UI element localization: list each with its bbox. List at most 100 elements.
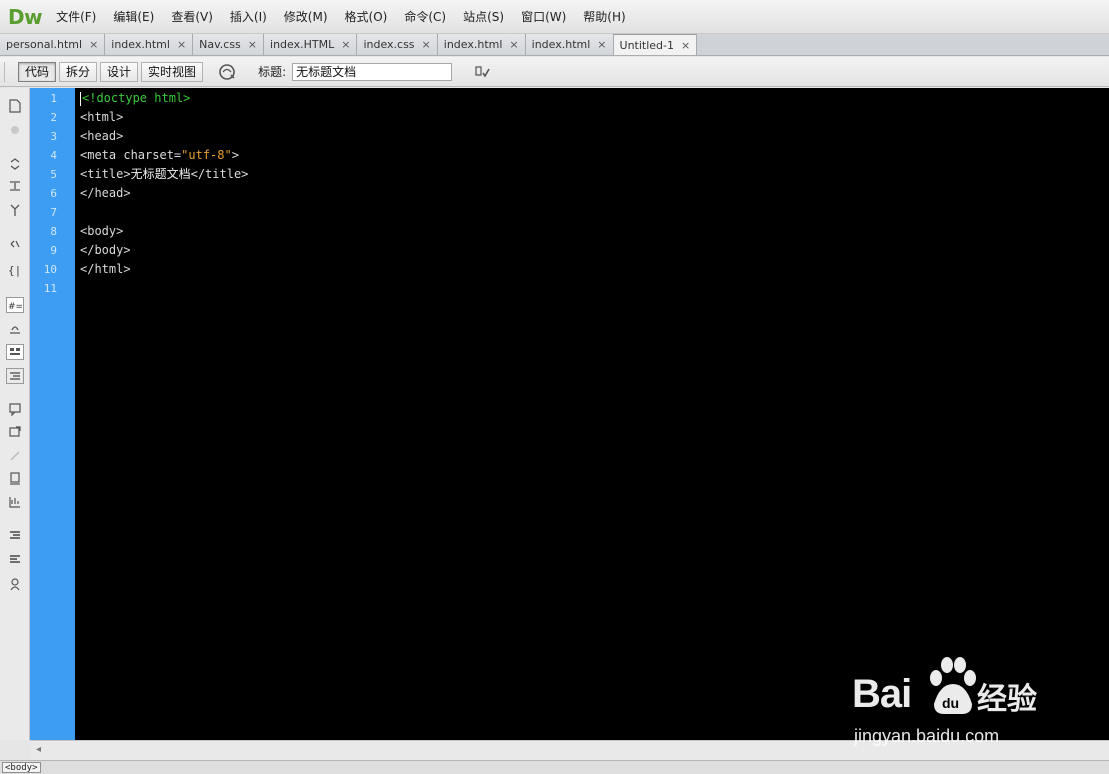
move-css-icon[interactable]	[6, 494, 24, 510]
close-icon[interactable]: ×	[597, 38, 606, 51]
indent-code-icon[interactable]	[6, 528, 24, 544]
line-number: 9	[50, 244, 57, 257]
menu-insert[interactable]: 插入(I)	[230, 8, 267, 25]
line-number: 4	[50, 149, 57, 162]
string-token: "utf-8"	[181, 148, 232, 162]
tab-label: Untitled-1	[619, 38, 674, 52]
baidu-paw-logo-icon: du	[930, 657, 976, 714]
menu-edit[interactable]: 编辑(E)	[113, 8, 154, 25]
tab-personal-html[interactable]: personal.html ×	[0, 34, 106, 55]
recent-snippets-icon[interactable]	[6, 470, 24, 486]
code-line-3: <head>	[80, 129, 124, 143]
menu-file[interactable]: 文件(F)	[56, 8, 96, 25]
menu-format[interactable]: 格式(O)	[345, 8, 388, 25]
close-icon[interactable]: ×	[89, 38, 98, 51]
tag-selector-body[interactable]: <body>	[2, 762, 41, 773]
svg-text:#=: #=	[8, 302, 22, 311]
tab-label: personal.html	[6, 38, 83, 51]
collapse-full-tag-icon[interactable]	[6, 156, 24, 172]
tab-index-html-3[interactable]: index.html ×	[525, 34, 614, 55]
code-editor[interactable]: <!doctype html> <html> <head> <meta char…	[75, 88, 1109, 740]
outdent-code-icon[interactable]	[6, 552, 24, 568]
design-view-button[interactable]: 设计	[100, 61, 139, 82]
code-line-6: </head>	[80, 186, 131, 200]
close-icon[interactable]: ×	[681, 39, 690, 52]
tab-nav-css[interactable]: Nav.css ×	[193, 34, 265, 55]
line-number: 6	[50, 187, 57, 200]
scroll-left-icon[interactable]: ◂	[36, 744, 41, 755]
menu-site[interactable]: 站点(S)	[463, 8, 504, 25]
watermark-url: jingyan.baidu.com	[854, 726, 1000, 746]
line-number: 2	[50, 111, 57, 124]
title-label: 标题:	[258, 65, 287, 79]
code-line-5: <title>无标题文档</title>	[80, 165, 248, 184]
line-number: 5	[50, 168, 57, 181]
tab-label: index.html	[111, 38, 170, 51]
toolbar-grip	[4, 61, 18, 82]
code-line-1: <!doctype html>	[80, 89, 190, 108]
baidu-jingyan-watermark: Bai du 经验 jingyan.baidu.com	[852, 652, 1052, 752]
tab-label: index.html	[443, 38, 503, 51]
close-icon[interactable]: ×	[248, 38, 257, 51]
code-line-10: </html>	[80, 262, 131, 276]
svg-text:du: du	[942, 695, 959, 711]
format-source-code-icon[interactable]	[6, 576, 24, 592]
tab-label: index.css	[363, 38, 415, 51]
line-number: 7	[50, 206, 57, 219]
code-line-2: <html>	[80, 110, 124, 124]
code-line-9: </body>	[80, 243, 131, 257]
menu-window[interactable]: 窗口(W)	[521, 8, 566, 25]
highlight-invalid-code-icon[interactable]	[6, 321, 24, 337]
split-view-button[interactable]: 拆分	[59, 61, 98, 82]
menu-commands[interactable]: 命令(C)	[404, 8, 446, 25]
validate-icon[interactable]	[472, 62, 492, 82]
expand-all-icon[interactable]	[6, 202, 24, 218]
menu-modify[interactable]: 修改(M)	[284, 8, 328, 25]
open-documents-icon[interactable]	[6, 98, 24, 114]
tab-index-html-upper[interactable]: index.HTML ×	[264, 34, 358, 55]
remove-comment-icon[interactable]	[6, 424, 24, 440]
close-icon[interactable]: ×	[177, 38, 186, 51]
close-icon[interactable]: ×	[422, 38, 431, 51]
menu-view[interactable]: 查看(V)	[171, 8, 213, 25]
auto-indent-icon[interactable]	[6, 368, 24, 384]
line-number-gutter: 1 2 3 4 5 6 7 8 9 10 11	[30, 88, 75, 740]
meta-tag-token: <meta charset=	[80, 148, 182, 162]
globe-icon[interactable]	[216, 61, 238, 83]
document-toolbar: 代码 拆分 设计 实时视图 标题: 无标题文档	[0, 57, 1109, 87]
line-numbers-icon[interactable]: #=	[6, 297, 24, 313]
tab-label: index.HTML	[270, 38, 335, 51]
apply-comment-icon[interactable]	[6, 401, 24, 417]
line-number: 11	[43, 282, 57, 295]
app-logo: Dw	[8, 4, 43, 29]
collapse-selection-icon[interactable]	[6, 178, 24, 194]
code-line-4: <meta charset="utf-8">	[80, 146, 239, 165]
line-number: 8	[50, 225, 57, 238]
line-number: 10	[43, 263, 57, 276]
select-parent-tag-icon[interactable]	[6, 236, 24, 252]
tab-index-css[interactable]: index.css ×	[357, 34, 438, 55]
tab-index-html-2[interactable]: index.html ×	[437, 34, 526, 55]
live-view-button[interactable]: 实时视图	[141, 61, 204, 82]
menu-bar: Dw 文件(F) 编辑(E) 查看(V) 插入(I) 修改(M) 格式(O) 命…	[0, 0, 1109, 34]
title-input[interactable]: 无标题文档	[292, 62, 453, 81]
doctype-token: <!doctype html>	[82, 91, 191, 105]
tab-label: Nav.css	[199, 38, 241, 51]
document-tabs: personal.html × index.html × Nav.css × inde…	[0, 34, 1109, 56]
code-line-8: <body>	[80, 224, 124, 238]
tab-untitled-1[interactable]: Untitled-1 ×	[613, 34, 698, 55]
dreamweaver-window: Dw 文件(F) 编辑(E) 查看(V) 插入(I) 修改(M) 格式(O) 命…	[0, 0, 1109, 774]
watermark-brand: Bai	[852, 672, 912, 716]
balance-braces-icon[interactable]: {|}	[6, 262, 24, 278]
code-view-button[interactable]: 代码	[18, 61, 57, 82]
tab-index-html[interactable]: index.html ×	[105, 34, 194, 55]
close-icon[interactable]: ×	[509, 38, 518, 51]
watermark-jingyan: 经验	[977, 682, 1037, 717]
title-text-token: 无标题文档	[130, 167, 191, 181]
menu-help[interactable]: 帮助(H)	[583, 8, 625, 25]
close-icon[interactable]: ×	[341, 38, 350, 51]
title-open-token: <title>	[80, 167, 131, 181]
title-close-token: </title>	[190, 167, 249, 181]
coding-toolbar: {|} #=	[0, 88, 30, 740]
syntax-coloring-icon[interactable]	[6, 344, 24, 360]
